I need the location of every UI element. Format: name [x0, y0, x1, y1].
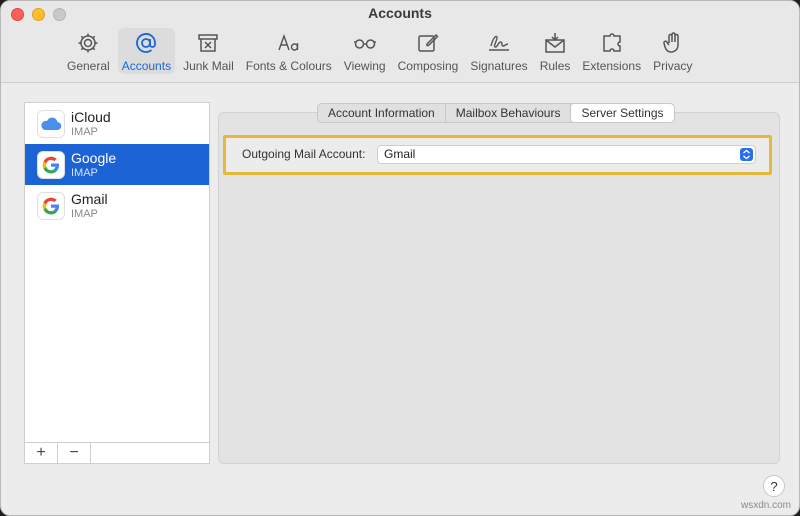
tab-label: General	[67, 59, 110, 73]
account-type: IMAP	[71, 207, 98, 220]
segment-account-information[interactable]: Account Information	[318, 104, 446, 122]
outgoing-mail-account-label: Outgoing Mail Account:	[242, 147, 366, 161]
select-value: Gmail	[384, 147, 416, 161]
account-name: iCloud	[71, 108, 111, 125]
preference-tabs: General Accounts Junk Mail Fonts & Colou…	[63, 28, 700, 74]
google-icon	[37, 150, 65, 179]
compose-pencil-icon	[415, 31, 441, 55]
remove-account-button[interactable]: −	[58, 443, 91, 463]
tab-viewing[interactable]: Viewing	[340, 28, 390, 74]
tab-general[interactable]: General	[63, 28, 114, 74]
add-account-button[interactable]: +	[25, 443, 58, 463]
segment-mailbox-behaviours[interactable]: Mailbox Behaviours	[446, 104, 572, 122]
outgoing-mail-account-select[interactable]: Gmail	[377, 145, 756, 164]
at-sign-icon	[133, 31, 159, 55]
tab-extensions[interactable]: Extensions	[578, 28, 645, 74]
preferences-window: Accounts General Accounts Junk Mail Font…	[0, 0, 800, 516]
account-name: Gmail	[71, 190, 108, 207]
account-type: IMAP	[71, 166, 98, 179]
tab-fonts-colours[interactable]: Fonts & Colours	[242, 28, 336, 74]
glasses-icon	[352, 31, 378, 55]
watermark: wsxdn.com	[740, 500, 791, 511]
accounts-list: iCloud IMAP Google IMAP Gmail IMAP + −	[24, 102, 210, 464]
tab-privacy[interactable]: Privacy	[649, 28, 696, 74]
tab-label: Accounts	[121, 59, 172, 73]
icloud-icon	[37, 109, 65, 138]
font-aa-icon	[276, 31, 302, 55]
junk-bin-icon	[195, 31, 221, 55]
account-item-icloud[interactable]: iCloud IMAP	[25, 103, 209, 144]
tab-label: Rules	[539, 59, 571, 73]
segmented-control: Account Information Mailbox Behaviours S…	[317, 103, 675, 123]
tab-label: Extensions	[582, 59, 642, 73]
toolbar: Accounts General Accounts Junk Mail Font…	[1, 1, 799, 83]
rules-envelope-icon	[542, 31, 568, 55]
tab-composing[interactable]: Composing	[394, 28, 463, 74]
hand-icon	[660, 31, 686, 55]
puzzle-icon	[599, 31, 625, 55]
tab-label: Junk Mail	[183, 59, 234, 73]
chevron-updown-icon	[740, 148, 753, 161]
segment-server-settings[interactable]: Server Settings	[571, 104, 674, 122]
tab-label: Privacy	[653, 59, 693, 73]
window-title: Accounts	[368, 5, 432, 21]
tab-junk-mail[interactable]: Junk Mail	[179, 28, 238, 74]
account-type: IMAP	[71, 125, 98, 138]
account-name: Google	[71, 149, 117, 166]
tab-label: Signatures	[470, 59, 528, 73]
account-item-gmail[interactable]: Gmail IMAP	[25, 185, 209, 226]
tab-label: Composing	[397, 59, 459, 73]
account-item-google[interactable]: Google IMAP	[25, 144, 209, 185]
tab-label: Viewing	[343, 59, 386, 73]
signature-icon	[486, 31, 512, 55]
help-button[interactable]: ?	[763, 475, 785, 497]
tab-signatures[interactable]: Signatures	[466, 28, 531, 74]
tab-accounts[interactable]: Accounts	[117, 28, 176, 74]
gear-icon	[75, 31, 101, 55]
sidebar-footer: + −	[25, 442, 209, 463]
google-icon	[37, 191, 65, 220]
tab-rules[interactable]: Rules	[536, 28, 575, 74]
tab-label: Fonts & Colours	[245, 59, 332, 73]
